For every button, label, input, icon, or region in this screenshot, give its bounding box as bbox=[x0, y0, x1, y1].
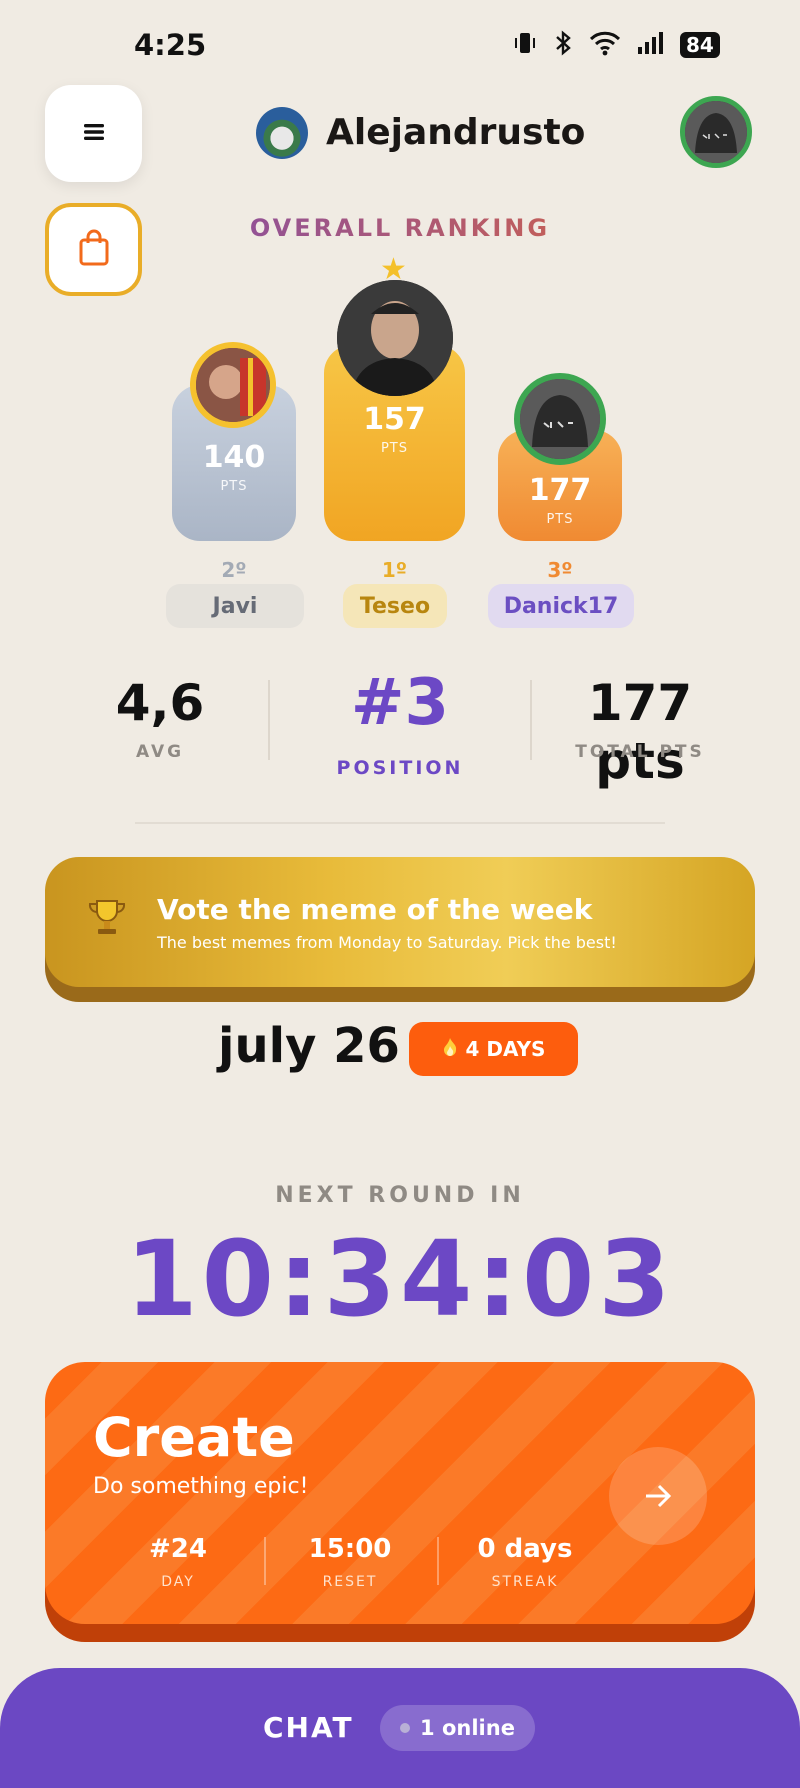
profile-avatar[interactable] bbox=[680, 96, 752, 168]
ranking-title: OVERALL RANKING bbox=[0, 214, 800, 242]
online-dot-icon bbox=[400, 1723, 411, 1733]
trophy-icon bbox=[85, 895, 129, 949]
avatar-danick17[interactable] bbox=[514, 373, 606, 465]
battery-indicator: 84 bbox=[680, 32, 720, 58]
name-danick17[interactable]: Danick17 bbox=[488, 584, 634, 628]
place-third: 3º bbox=[547, 558, 573, 582]
avg-value: 4,6 bbox=[115, 674, 205, 732]
name-teseo[interactable]: Teseo bbox=[343, 584, 447, 628]
meme-banner-title: Vote the meme of the week bbox=[157, 893, 593, 926]
avatar-javi[interactable] bbox=[190, 342, 276, 428]
stat-divider bbox=[268, 680, 270, 760]
menu-button[interactable] bbox=[45, 85, 142, 182]
podium-points-label: PTS bbox=[220, 479, 248, 494]
online-status-pill: 1 online bbox=[380, 1705, 535, 1751]
place-first: 1º bbox=[381, 558, 408, 582]
total-points-value: 177 pts bbox=[587, 674, 693, 790]
online-count: 1 online bbox=[420, 1716, 515, 1740]
create-go-button[interactable] bbox=[609, 1447, 707, 1545]
signal-icon bbox=[636, 30, 666, 60]
position-value: #3 bbox=[350, 666, 450, 740]
position-label: POSITION bbox=[336, 757, 464, 779]
countdown-timer: 10:34:03 bbox=[125, 1218, 675, 1340]
create-title: Create bbox=[93, 1406, 295, 1469]
create-stat-divider bbox=[264, 1537, 266, 1585]
podium-points-label: PTS bbox=[546, 512, 574, 527]
section-divider bbox=[135, 822, 665, 824]
vibrate-icon bbox=[512, 30, 538, 60]
total-points-label: TOTAL PTS bbox=[575, 742, 705, 762]
podium-points: 157 bbox=[363, 402, 426, 437]
avatar-teseo[interactable] bbox=[337, 280, 453, 396]
reset-value: 15:00 bbox=[308, 1534, 392, 1564]
status-time: 4:25 bbox=[134, 28, 207, 62]
event-date: july 26 bbox=[218, 1018, 400, 1074]
place-second: 2º bbox=[221, 558, 247, 582]
day-value: #24 bbox=[149, 1534, 207, 1564]
stat-divider bbox=[530, 680, 532, 760]
day-label: DAY bbox=[161, 1574, 195, 1590]
streak-label: STREAK bbox=[491, 1574, 559, 1590]
fire-icon bbox=[442, 1037, 458, 1062]
days-badge: 4 DAYS bbox=[409, 1022, 578, 1076]
streak-value: 0 days bbox=[477, 1534, 573, 1564]
hamburger-icon bbox=[82, 117, 106, 150]
chat-label: CHAT bbox=[263, 1711, 354, 1744]
arrow-right-icon bbox=[643, 1474, 673, 1518]
avg-label: AVG bbox=[135, 742, 185, 762]
podium-points: 140 bbox=[202, 440, 266, 475]
app-title: Alejandrusto bbox=[326, 112, 586, 153]
meme-banner-subtitle: The best memes from Monday to Saturday. … bbox=[157, 933, 617, 952]
next-round-label: NEXT ROUND IN bbox=[275, 1183, 525, 1208]
reset-label: RESET bbox=[322, 1574, 378, 1590]
name-javi[interactable]: Javi bbox=[166, 584, 304, 628]
status-icons: 84 bbox=[512, 30, 720, 60]
podium-points-label: PTS bbox=[380, 441, 409, 456]
create-stat-divider bbox=[437, 1537, 439, 1585]
bluetooth-icon bbox=[552, 30, 574, 60]
create-subtitle: Do something epic! bbox=[93, 1474, 309, 1499]
wifi-icon bbox=[588, 30, 622, 60]
podium-points: 177 bbox=[528, 473, 592, 508]
days-badge-label: 4 DAYS bbox=[465, 1037, 546, 1061]
app-logo bbox=[256, 107, 308, 159]
